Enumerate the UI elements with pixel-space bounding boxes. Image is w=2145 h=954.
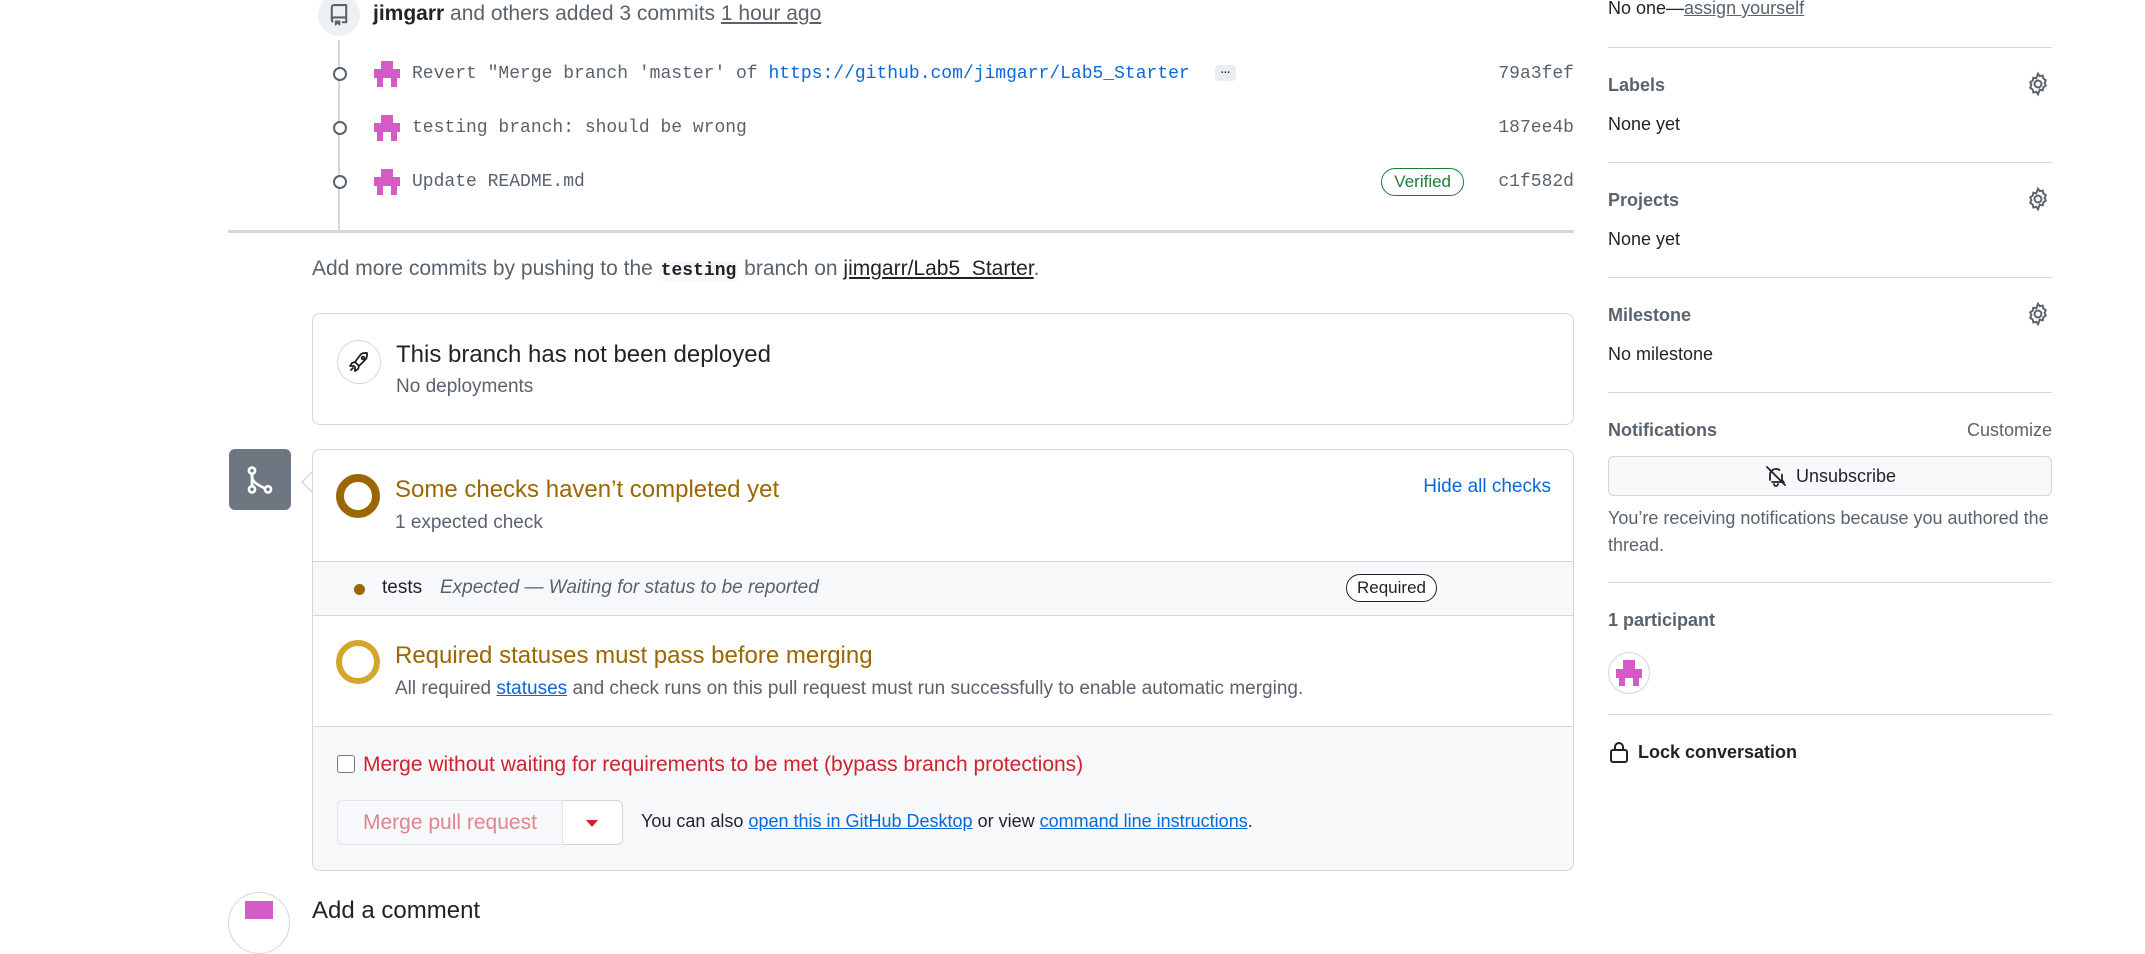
required-status-icon <box>336 640 380 684</box>
sidebar-divider <box>1608 582 2052 583</box>
sidebar-divider <box>1608 277 2052 278</box>
bell-slash-icon <box>1766 466 1786 487</box>
checks-title: Some checks haven’t completed yet <box>395 476 780 503</box>
projects-heading[interactable]: Projects <box>1608 190 1679 211</box>
repo-link[interactable]: jimgarr/Lab5_Starter <box>843 257 1033 280</box>
merge-pull-request-button[interactable]: Merge pull request <box>337 800 563 845</box>
push-hint: Add more commits by pushing to the testi… <box>312 257 1040 281</box>
avatar[interactable] <box>374 115 400 141</box>
statuses-link[interactable]: statuses <box>496 678 567 699</box>
projects-value: None yet <box>1608 229 1681 249</box>
verified-badge[interactable]: Verified <box>1381 168 1464 196</box>
deploy-title: This branch has not been deployed <box>396 341 771 368</box>
check-row[interactable]: tests Expected — Waiting for status to b… <box>313 561 1573 616</box>
git-commit-icon <box>320 121 360 135</box>
lock-icon <box>1610 742 1628 763</box>
pending-checks-icon <box>336 474 380 518</box>
gear-icon[interactable] <box>2025 71 2051 97</box>
expand-commit-button[interactable]: … <box>1214 61 1237 82</box>
commit-message[interactable]: testing branch: should be wrong <box>412 118 747 138</box>
commit-message[interactable]: Update README.md <box>412 172 585 192</box>
avatar[interactable] <box>228 892 290 954</box>
command-line-link[interactable]: command line instructions <box>1040 811 1248 831</box>
checks-subtitle: 1 expected check <box>395 512 543 533</box>
commit-time-link[interactable]: 1 hour ago <box>721 2 821 25</box>
milestone-heading[interactable]: Milestone <box>1608 305 1691 326</box>
add-comment-heading: Add a comment <box>312 897 481 924</box>
commit-summary: jimgarr and others added 3 commits 1 hou… <box>373 0 821 28</box>
commit-message[interactable]: Revert "Merge branch 'master' of https:/… <box>412 61 1237 84</box>
sidebar-divider <box>1608 47 2052 48</box>
bypass-checkbox[interactable] <box>337 755 355 773</box>
commit-sha[interactable]: 79a3fef <box>1498 64 1574 84</box>
sidebar-divider <box>1608 392 2052 393</box>
check-description: Expected — Waiting for status to be repo… <box>440 577 819 598</box>
merge-actions: Merge without waiting for requirements t… <box>313 726 1573 870</box>
git-commit-icon <box>320 67 360 81</box>
participants-heading: 1 participant <box>1608 610 1716 630</box>
merge-box: Some checks haven’t completed yet 1 expe… <box>312 449 1574 871</box>
gear-icon[interactable] <box>2025 301 2051 327</box>
notifications-reason: You’re receiving notifications because y… <box>1608 508 2049 555</box>
avatar[interactable] <box>374 169 400 195</box>
deployment-status-box: This branch has not been deployed No dep… <box>312 313 1574 425</box>
pending-status-dot <box>354 584 365 595</box>
merge-button-group: Merge pull request <box>337 800 623 845</box>
check-name: tests <box>382 577 423 598</box>
sidebar-divider <box>1608 714 2052 715</box>
open-desktop-link[interactable]: open this in GitHub Desktop <box>748 811 972 831</box>
commit-row: Update README.md Verified c1f582d <box>320 162 1574 202</box>
repo-push-icon <box>330 4 348 26</box>
hide-all-checks-link[interactable]: Hide all checks <box>1423 476 1551 498</box>
required-subtitle: All required statuses and check runs on … <box>395 678 1304 699</box>
deploy-subtitle: No deployments <box>396 376 534 397</box>
commit-sha[interactable]: 187ee4b <box>1498 118 1574 138</box>
merge-alternatives: You can also open this in GitHub Desktop… <box>641 811 1253 831</box>
commit-row: Revert "Merge branch 'master' of https:/… <box>320 54 1574 94</box>
branch-name: testing <box>658 261 739 281</box>
gear-icon[interactable] <box>2025 186 2051 212</box>
sidebar-divider <box>1608 162 2052 163</box>
milestone-value: No milestone <box>1608 344 1714 364</box>
unsubscribe-button[interactable]: Unsubscribe <box>1608 456 2052 496</box>
timeline-divider <box>228 230 1574 233</box>
git-commit-icon <box>320 175 360 189</box>
commit-sha[interactable]: c1f582d <box>1498 172 1574 192</box>
rocket-icon <box>337 340 381 384</box>
commit-message-link[interactable]: https://github.com/jimgarr/Lab5_Starter <box>768 64 1189 84</box>
commit-action-text: and others added 3 commits <box>450 2 716 25</box>
required-badge: Required <box>1346 574 1437 602</box>
merge-method-dropdown[interactable] <box>562 800 623 845</box>
bypass-label[interactable]: Merge without waiting for requirements t… <box>363 753 1083 777</box>
assign-yourself-link[interactable]: assign yourself <box>1684 0 1804 18</box>
avatar[interactable] <box>374 61 400 87</box>
lock-conversation-button[interactable]: Lock conversation <box>1608 740 1797 764</box>
customize-notifications-link[interactable]: Customize <box>1967 420 2052 441</box>
git-merge-icon <box>229 449 291 510</box>
labels-heading[interactable]: Labels <box>1608 75 1665 96</box>
assignees-value: No one—assign yourself <box>1608 0 1805 18</box>
notifications-heading: Notifications <box>1608 420 1718 440</box>
commit-row: testing branch: should be wrong 187ee4b <box>320 108 1574 148</box>
commit-actor[interactable]: jimgarr <box>373 2 444 25</box>
required-title: Required statuses must pass before mergi… <box>395 642 873 669</box>
labels-value: None yet <box>1608 114 1681 134</box>
push-event-badge <box>318 0 360 36</box>
triangle-down-icon <box>586 819 599 827</box>
participant-avatar[interactable] <box>1608 652 1650 694</box>
